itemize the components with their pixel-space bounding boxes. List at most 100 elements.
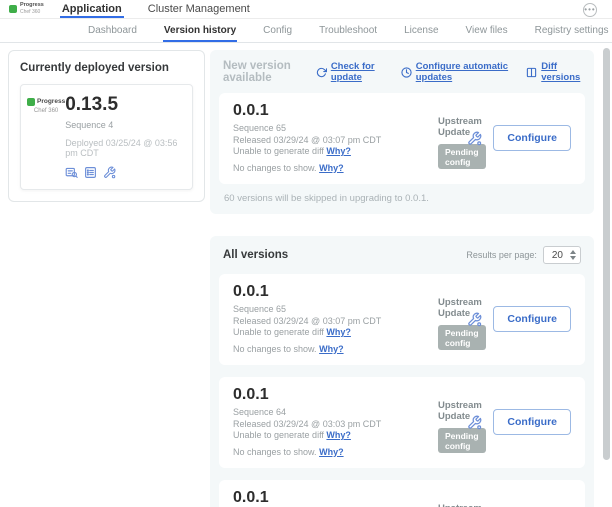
tab-view-files[interactable]: View files	[466, 19, 508, 42]
app-icon: Progress Chef 360	[27, 95, 65, 179]
version-row: 0.0.1 Sequence 65 Released 03/29/24 @ 03…	[219, 274, 585, 365]
clock-icon	[401, 67, 412, 78]
results-per-page-select[interactable]: 20	[543, 246, 581, 264]
version-history-main: New version available Check for update C…	[210, 50, 594, 507]
tab-config[interactable]: Config	[263, 19, 292, 42]
tab-cluster-management[interactable]: Cluster Management	[148, 0, 250, 18]
no-changes-why-link[interactable]: Why?	[319, 344, 344, 354]
all-versions-list: 0.0.1 Sequence 65 Released 03/29/24 @ 03…	[219, 274, 585, 507]
version-middle: Upstream Update Pending config	[438, 489, 467, 507]
version-actions: Configure	[467, 125, 571, 151]
configure-button[interactable]: Configure	[493, 125, 571, 151]
vertical-scrollbar[interactable]	[603, 48, 610, 460]
more-menu-button[interactable]: •••	[583, 3, 597, 17]
all-versions-section: All versions Results per page: 20 0.0.1 …	[210, 236, 594, 507]
version-source-label: Upstream Update	[438, 297, 467, 319]
diff-columns-icon	[526, 67, 537, 78]
version-middle: Upstream Update Pending config	[438, 102, 467, 174]
deployed-version-card: Progress Chef 360 0.13.5 Sequence 4 Depl…	[20, 84, 193, 190]
results-per-page-label: Results per page:	[466, 250, 537, 260]
diff-status-line: Unable to generate diff Why?	[233, 430, 438, 442]
version-info: 0.0.1 Sequence 64 Released 03/29/24 @ 03…	[233, 386, 438, 458]
progress-logo-icon	[9, 5, 17, 13]
no-changes-line: No changes to show. Why?	[233, 447, 438, 459]
version-info: 0.0.1 Sequence 63 Released 03/29/24 @ 02…	[233, 489, 438, 507]
no-changes-line: No changes to show. Why?	[233, 163, 438, 175]
deployed-action-icons	[65, 166, 184, 179]
version-actions: Configure	[467, 306, 571, 332]
results-per-page: Results per page: 20	[466, 246, 581, 264]
diff-why-link[interactable]: Why?	[326, 146, 351, 156]
brand-line1: Progress	[20, 3, 44, 9]
diff-status-line: Unable to generate diff Why?	[233, 146, 438, 158]
app-sub-navigation: Dashboard Version history Config Trouble…	[0, 19, 612, 43]
version-info: 0.0.1 Sequence 65 Released 03/29/24 @ 03…	[233, 102, 438, 174]
diff-why-link[interactable]: Why?	[326, 327, 351, 337]
preflight-checks-icon[interactable]	[84, 166, 97, 179]
version-row: 0.0.1 Sequence 64 Released 03/29/24 @ 03…	[219, 377, 585, 468]
unable-diff-text: Unable to generate diff	[233, 146, 324, 156]
currently-deployed-panel: Currently deployed version Progress Chef…	[8, 50, 205, 202]
brand-line1: Progress	[37, 99, 65, 106]
tab-dashboard[interactable]: Dashboard	[88, 19, 137, 42]
version-row: 0.0.1 Sequence 63 Released 03/29/24 @ 02…	[219, 480, 585, 507]
top-tabs: Application Cluster Management	[62, 0, 250, 18]
deployed-sequence: Sequence 4	[65, 120, 184, 130]
deployed-timestamp: Deployed 03/25/24 @ 03:56 pm CDT	[65, 138, 184, 158]
no-changes-text: No changes to show.	[233, 344, 317, 354]
skip-notice: 60 versions will be skipped in upgrading…	[219, 184, 585, 205]
diff-status-line: Unable to generate diff Why?	[233, 327, 438, 339]
tab-version-history[interactable]: Version history	[164, 19, 236, 42]
configure-button[interactable]: Configure	[493, 409, 571, 435]
tab-registry-settings[interactable]: Registry settings	[535, 19, 609, 42]
version-row: 0.0.1 Sequence 65 Released 03/29/24 @ 03…	[219, 93, 585, 184]
edit-config-icon[interactable]	[467, 312, 482, 327]
tab-application[interactable]: Application	[62, 0, 122, 18]
new-version-section: New version available Check for update C…	[210, 50, 594, 214]
app-logo: Progress Chef 360	[9, 0, 44, 18]
version-sequence: Sequence 65	[233, 304, 438, 316]
select-stepper-icon	[570, 250, 576, 260]
edit-config-icon[interactable]	[103, 166, 116, 179]
version-info: 0.0.1 Sequence 65 Released 03/29/24 @ 03…	[233, 283, 438, 355]
check-for-update-link[interactable]: Check for update	[316, 61, 386, 83]
edit-config-icon[interactable]	[467, 415, 482, 430]
diff-why-link[interactable]: Why?	[326, 430, 351, 440]
version-middle: Upstream Update Pending config	[438, 283, 467, 355]
top-navigation-bar: Progress Chef 360 Application Cluster Ma…	[0, 0, 612, 19]
version-label: 0.0.1	[233, 283, 438, 301]
version-source-label: Upstream Update	[438, 503, 467, 507]
version-source-label: Upstream Update	[438, 400, 467, 422]
all-versions-heading: All versions	[223, 249, 288, 261]
version-released: Released 03/29/24 @ 03:07 pm CDT	[233, 316, 438, 328]
version-label: 0.0.1	[233, 489, 438, 507]
tab-troubleshoot[interactable]: Troubleshoot	[319, 19, 377, 42]
configure-automatic-updates-link[interactable]: Configure automatic updates	[401, 61, 512, 83]
brand-line2: Chef 360	[34, 108, 58, 114]
version-sequence: Sequence 65	[233, 123, 438, 135]
version-actions: Configure	[467, 409, 571, 435]
tab-license[interactable]: License	[404, 19, 438, 42]
diff-versions-link[interactable]: Diff versions	[526, 61, 581, 83]
results-per-page-value: 20	[552, 250, 563, 261]
configure-button[interactable]: Configure	[493, 306, 571, 332]
deployed-heading: Currently deployed version	[20, 62, 193, 74]
version-sequence: Sequence 64	[233, 407, 438, 419]
new-version-release: 0.0.1 Sequence 65 Released 03/29/24 @ 03…	[219, 93, 585, 184]
no-changes-why-link[interactable]: Why?	[319, 163, 344, 173]
refresh-icon	[316, 67, 327, 78]
no-changes-text: No changes to show.	[233, 447, 317, 457]
no-changes-why-link[interactable]: Why?	[319, 447, 344, 457]
no-changes-line: No changes to show. Why?	[233, 344, 438, 356]
version-middle: Upstream Update Pending config	[438, 386, 467, 458]
progress-logo-icon	[27, 98, 35, 106]
version-released: Released 03/29/24 @ 03:03 pm CDT	[233, 419, 438, 431]
brand-line2: Chef 360	[20, 10, 44, 15]
unable-diff-text: Unable to generate diff	[233, 327, 324, 337]
new-version-heading: New version available	[223, 60, 316, 84]
no-changes-text: No changes to show.	[233, 163, 317, 173]
unable-diff-text: Unable to generate diff	[233, 430, 324, 440]
version-label: 0.0.1	[233, 102, 438, 120]
release-notes-icon[interactable]	[65, 166, 78, 179]
edit-config-icon[interactable]	[467, 131, 482, 146]
